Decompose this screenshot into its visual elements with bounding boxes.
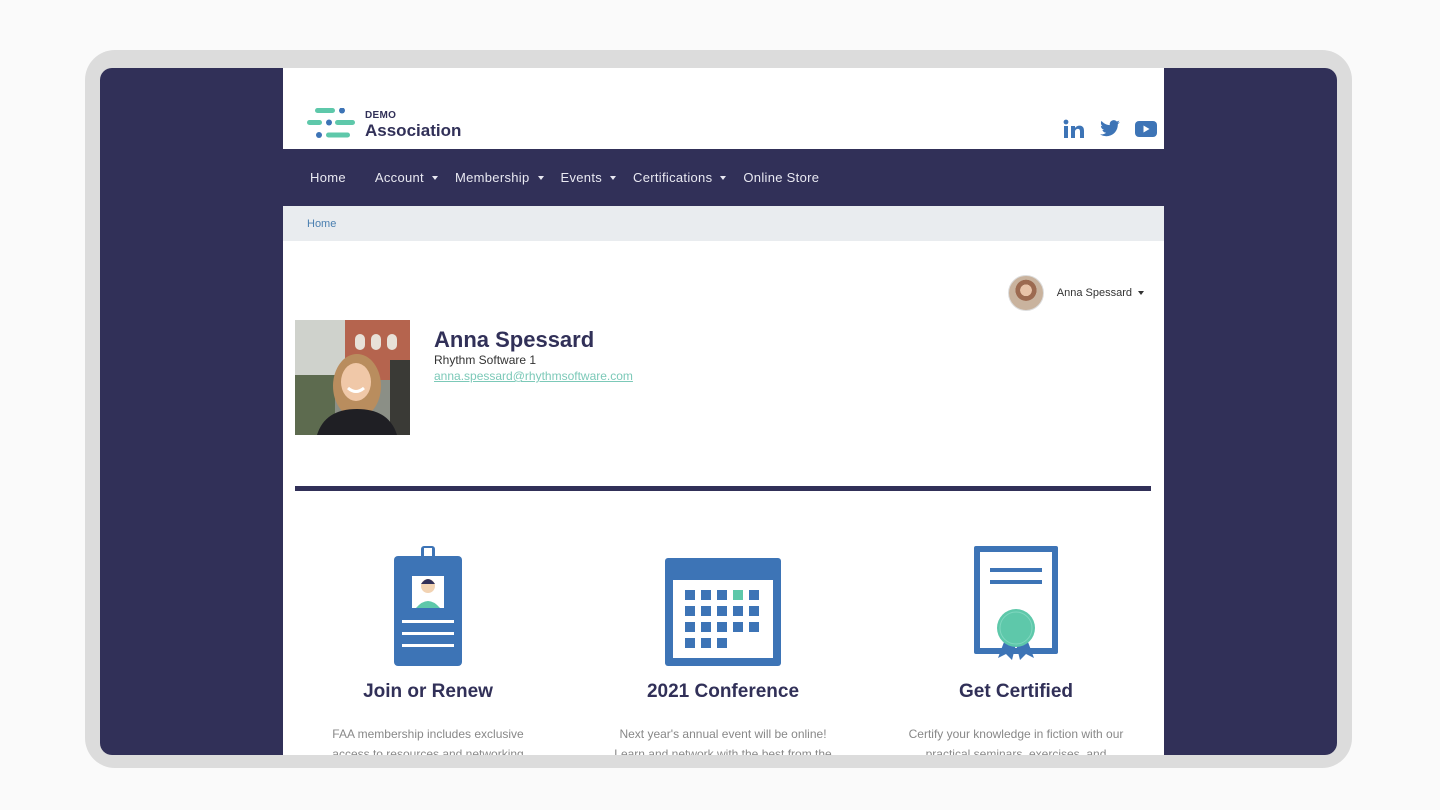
web-page: DEMO Association Home Account Membership… xyxy=(283,68,1164,755)
association-logo-icon[interactable] xyxy=(307,108,355,140)
user-menu[interactable]: Anna Spessard xyxy=(1007,275,1144,311)
twitter-icon[interactable] xyxy=(1092,118,1128,140)
caret-down-icon xyxy=(720,175,727,180)
caret-down-icon xyxy=(610,175,617,180)
breadcrumb-home-link[interactable]: Home xyxy=(307,218,336,230)
logo-demo-text: DEMO xyxy=(365,110,397,121)
id-badge-icon xyxy=(283,546,573,666)
nav-label: Account xyxy=(374,170,424,185)
card-title: 2021 Conference xyxy=(646,681,800,702)
card-join-renew[interactable]: Join or Renew FAA membership includes ex… xyxy=(283,546,573,755)
card-description: Certify your knowledge in fiction with o… xyxy=(871,724,1161,755)
nav-item-account[interactable]: Account xyxy=(375,170,438,185)
social-links xyxy=(1056,118,1164,140)
card-desc-line: Certify your knowledge in fiction with o… xyxy=(908,727,1124,741)
nav-item-home[interactable]: Home xyxy=(310,170,346,185)
divider xyxy=(295,486,1151,491)
caret-down-icon xyxy=(431,175,438,180)
logo-name-text: Association xyxy=(365,121,462,140)
breadcrumb: Home xyxy=(283,206,1164,241)
card-get-certified[interactable]: Get Certified Certify your knowledge in … xyxy=(871,546,1161,755)
card-title: Join or Renew xyxy=(363,681,493,702)
avatar xyxy=(1007,275,1044,311)
calendar-icon xyxy=(578,546,868,666)
profile-name: Anna Spessard xyxy=(434,327,595,352)
card-desc-line: FAA membership includes exclusive xyxy=(332,727,524,741)
nav-label: Events xyxy=(560,170,603,185)
card-desc-line: Next year's annual event will be online! xyxy=(619,727,827,741)
main-nav: Home Account Membership Events Certifica… xyxy=(283,149,1164,206)
screen: DEMO Association Home Account Membership… xyxy=(100,68,1337,755)
nav-item-events[interactable]: Events xyxy=(561,170,617,185)
nav-item-online-store[interactable]: Online Store xyxy=(743,170,819,185)
caret-down-icon xyxy=(1138,291,1144,295)
nav-label: Home xyxy=(310,170,346,185)
user-menu-name: Anna Spessard xyxy=(1056,287,1132,299)
nav-item-membership[interactable]: Membership xyxy=(455,170,544,185)
youtube-icon[interactable] xyxy=(1128,118,1164,140)
certificate-icon xyxy=(871,546,1161,666)
profile-photo xyxy=(295,320,410,435)
nav-label: Online Store xyxy=(743,170,820,185)
profile-email-link[interactable]: anna.spessard@rhythmsoftware.com xyxy=(434,369,633,383)
caret-down-icon xyxy=(537,175,544,180)
card-description: Next year's annual event will be online!… xyxy=(578,724,868,755)
card-description: FAA membership includes exclusive access… xyxy=(283,724,573,755)
card-2021-conference[interactable]: 2021 Conference Next year's annual event… xyxy=(578,546,868,755)
card-desc-line: practical seminars, exercises, and xyxy=(925,747,1107,755)
card-desc-line: access to resources and networking xyxy=(332,747,524,755)
card-desc-line: Learn and network with the best from the xyxy=(614,747,832,755)
site-header: DEMO Association xyxy=(283,68,1164,149)
linkedin-icon[interactable] xyxy=(1056,118,1092,140)
nav-label: Membership xyxy=(454,170,530,185)
nav-item-certifications[interactable]: Certifications xyxy=(633,170,727,185)
profile-company: Rhythm Software 1 xyxy=(434,353,537,367)
nav-label: Certifications xyxy=(633,170,713,185)
card-title: Get Certified xyxy=(958,681,1074,702)
